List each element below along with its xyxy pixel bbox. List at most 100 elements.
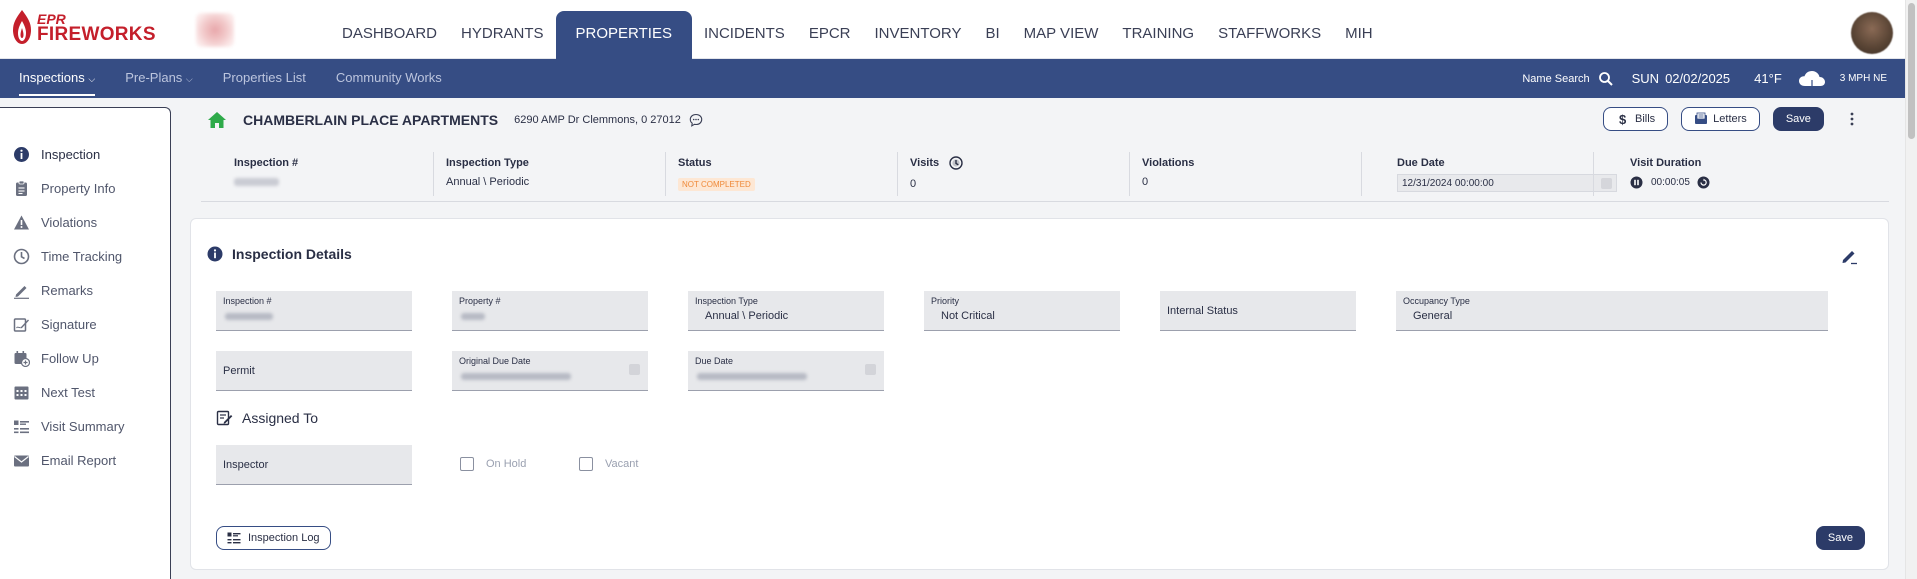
current-day: SUN: [1631, 71, 1660, 86]
current-date: 02/02/2025: [1665, 71, 1731, 86]
header-save-button[interactable]: Save: [1772, 107, 1824, 131]
summary-value: Annual \ Periodic: [446, 176, 530, 188]
summary-violations: Violations 0: [1129, 152, 1361, 196]
list-icon: [14, 420, 29, 434]
inspection-details-card: Inspection Details Inspection # Property…: [190, 218, 1889, 570]
field-value: [459, 310, 641, 322]
inspection-log-button[interactable]: Inspection Log: [216, 526, 331, 550]
due-date-input[interactable]: 12/31/2024 00:00:00: [1397, 174, 1617, 192]
summary-visits: Visits 0: [897, 152, 1129, 196]
field-value: General: [1413, 310, 1453, 322]
summary-label: Inspection #: [234, 157, 299, 169]
sidebar-item-label: Time Tracking: [41, 249, 123, 264]
property-number-field[interactable]: Property #: [452, 291, 648, 331]
letters-button[interactable]: Letters: [1681, 107, 1760, 131]
calendar-icon[interactable]: [865, 364, 876, 375]
property-name[interactable]: CHAMBERLAIN PLACE APARTMENTS: [243, 112, 498, 128]
summary-inspection-number: Inspection #: [201, 152, 433, 196]
on-hold-label: On Hold: [486, 458, 527, 470]
field-label: Inspection #: [223, 296, 272, 306]
nav-epcr[interactable]: EPCR: [797, 11, 863, 59]
nav-training[interactable]: TRAINING: [1110, 11, 1206, 59]
chevron-down-icon: ⌵: [185, 74, 193, 84]
original-due-date-field[interactable]: Original Due Date: [452, 351, 648, 391]
summary-inspection-type: Inspection Type Annual \ Periodic: [433, 152, 665, 196]
permit-field[interactable]: Permit: [216, 351, 412, 391]
card-title-text: Inspection Details: [232, 246, 352, 262]
nav-incidents[interactable]: INCIDENTS: [692, 11, 797, 59]
nav-inventory[interactable]: INVENTORY: [863, 11, 974, 59]
summary-status: Status NOT COMPLETED: [665, 152, 897, 196]
priority-field[interactable]: Priority Not Critical: [924, 291, 1120, 331]
inspection-log-label: Inspection Log: [248, 532, 320, 544]
due-date-field[interactable]: Due Date: [688, 351, 884, 391]
redacted-text: [234, 178, 279, 187]
sidebar-item-label: Violations: [41, 215, 98, 230]
card-save-button[interactable]: Save: [1815, 526, 1865, 550]
name-search-label[interactable]: Name Search: [1522, 73, 1589, 85]
checkbox-box[interactable]: [460, 457, 474, 471]
sidebar-item-next-test[interactable]: Next Test: [13, 384, 95, 401]
nav-map-view[interactable]: MAP VIEW: [1012, 11, 1111, 59]
internal-status-field[interactable]: Internal Status: [1160, 291, 1356, 331]
bills-label: Bills: [1635, 113, 1656, 125]
vacant-checkbox[interactable]: Vacant: [579, 457, 638, 471]
on-hold-checkbox[interactable]: On Hold: [460, 457, 526, 471]
nav-bi[interactable]: BI: [973, 11, 1011, 59]
summary-label: Due Date: [1397, 157, 1445, 169]
scrollbar-thumb[interactable]: [1908, 3, 1915, 139]
edit-icon[interactable]: [1840, 247, 1858, 265]
checkbox-box[interactable]: [579, 457, 593, 471]
bills-button[interactable]: $ Bills: [1603, 107, 1669, 131]
nav-hydrants[interactable]: HYDRANTS: [449, 11, 556, 59]
sidebar-item-label: Visit Summary: [41, 419, 125, 434]
summary-value: 0: [1142, 176, 1149, 188]
summary-label: Violations: [1142, 157, 1195, 169]
visit-timer: 00:00:05: [1594, 176, 1889, 189]
field-placeholder: Internal Status: [1167, 305, 1238, 317]
subnav-pre-plans-label: Pre-Plans: [125, 70, 183, 85]
sidebar-item-follow-up[interactable]: Follow Up: [13, 350, 99, 367]
sidebar-item-signature[interactable]: Signature: [13, 316, 97, 333]
nav-staffworks[interactable]: STAFFWORKS: [1206, 11, 1333, 59]
sidebar-item-time-tracking[interactable]: Time Tracking: [13, 248, 122, 265]
wind-speed: 3 MPH NE: [1839, 73, 1887, 84]
inspection-number-field[interactable]: Inspection #: [216, 291, 412, 331]
inspector-field[interactable]: Inspector: [216, 445, 412, 485]
sidebar-item-violations[interactable]: Violations: [13, 214, 97, 231]
sidebar-item-inspection[interactable]: Inspection: [13, 146, 100, 163]
subnav-inspections[interactable]: Inspections ⌵: [19, 59, 96, 96]
inspection-type-field[interactable]: Inspection Type Annual \ Periodic: [688, 291, 884, 331]
search-icon[interactable]: [1598, 71, 1614, 87]
sidebar-item-label: Signature: [41, 317, 97, 332]
calendar-plus-icon: [14, 351, 30, 367]
logo[interactable]: EPR FIREWORKS: [11, 9, 156, 45]
subnav-pre-plans[interactable]: Pre-Plans ⌵: [125, 59, 193, 98]
pause-icon[interactable]: [1630, 176, 1643, 189]
nav-dashboard[interactable]: DASHBOARD: [330, 11, 449, 59]
assigned-to-label: Assigned To: [242, 409, 319, 426]
nav-properties[interactable]: PROPERTIES: [555, 11, 692, 59]
chat-bubble-icon[interactable]: [689, 113, 703, 127]
calendar-icon[interactable]: [629, 364, 640, 375]
status-badge: NOT COMPLETED: [678, 178, 755, 191]
field-value: Not Critical: [941, 310, 995, 322]
user-avatar[interactable]: [1851, 12, 1893, 54]
info-icon: [14, 147, 29, 162]
field-value: [459, 370, 641, 382]
more-options-icon[interactable]: [1849, 111, 1855, 127]
history-icon[interactable]: [949, 156, 963, 170]
occupancy-type-field[interactable]: Occupancy Type General: [1396, 291, 1828, 331]
page-scrollbar[interactable]: [1905, 0, 1917, 579]
subnav-community-works[interactable]: Community Works: [336, 59, 442, 98]
reset-icon[interactable]: [1697, 176, 1710, 189]
summary-visit-duration: Visit Duration 00:00:05: [1593, 152, 1889, 196]
sidebar-item-property-info[interactable]: Property Info: [13, 180, 115, 197]
subnav-properties-list[interactable]: Properties List: [223, 59, 306, 98]
letters-label: Letters: [1713, 113, 1747, 125]
sidebar-item-email-report[interactable]: Email Report: [13, 452, 116, 469]
nav-mih[interactable]: MIH: [1333, 11, 1385, 59]
chevron-down-icon: ⌵: [88, 74, 96, 84]
sidebar-item-visit-summary[interactable]: Visit Summary: [13, 418, 125, 435]
sidebar-item-remarks[interactable]: Remarks: [13, 282, 93, 299]
